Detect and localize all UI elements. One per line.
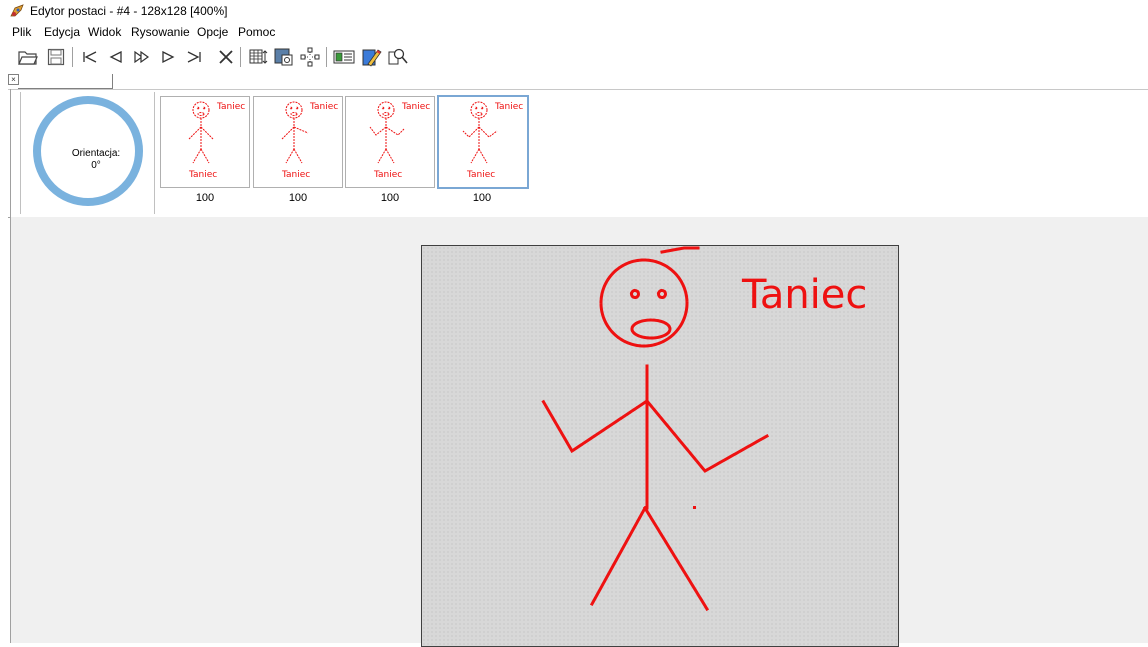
frame-thumbnail-1[interactable]: Taniec Taniec: [160, 96, 250, 188]
figure-arm-right: [644, 398, 770, 473]
frame-settings-icon: [249, 49, 268, 64]
fast-forward-button[interactable]: [130, 45, 154, 69]
save-button[interactable]: [44, 45, 68, 69]
orientation-value: 0°: [91, 160, 101, 171]
canvas-label: Taniec: [741, 272, 867, 318]
open-icon: [18, 51, 38, 65]
prev-frame-icon: [109, 50, 122, 64]
toolbar-separator: [326, 47, 327, 67]
frame-figure: Taniec Taniec: [281, 101, 338, 180]
menu-rysowanie[interactable]: Rysowanie: [131, 25, 190, 39]
orientation-caption: Orientacja:: [71, 148, 121, 159]
delete-button[interactable]: [214, 45, 238, 69]
toolbar-separator: [72, 47, 73, 67]
grid-icon: [300, 47, 320, 67]
frame-label-bottom: Taniec: [281, 170, 310, 180]
play-icon: [162, 50, 175, 64]
frame-figure: Taniec Taniec: [369, 101, 430, 180]
figure-mouth: [630, 318, 672, 340]
drawing-canvas[interactable]: Taniec: [421, 245, 899, 647]
orientation-control[interactable]: Orientacja: 0°: [20, 92, 155, 214]
preview-icon: [274, 48, 293, 66]
show-background-icon: [333, 50, 355, 64]
title-bar: Edytor postaci - #4 - 128x128 [400%]: [0, 0, 1148, 22]
figure-leg-right: [642, 505, 710, 612]
zoom-tool-icon: [388, 48, 408, 65]
preview-button[interactable]: [272, 45, 296, 69]
zoom-tool-button[interactable]: [386, 45, 410, 69]
app-icon: [10, 4, 24, 17]
menu-widok[interactable]: Widok: [88, 25, 121, 39]
stray-pixel: [693, 506, 696, 509]
orientation-dial[interactable]: Orientacja: 0°: [33, 96, 143, 206]
first-frame-icon: [83, 51, 97, 63]
frame-settings-button[interactable]: [246, 45, 270, 69]
toolbar: [0, 42, 1148, 72]
frame-4-value: 100: [472, 192, 492, 204]
close-panel-button[interactable]: ×: [8, 74, 19, 85]
first-frame-button[interactable]: [78, 45, 102, 69]
frame-figure: Taniec Taniec: [462, 101, 523, 180]
menu-bar: Plik Edycja Widok Rysowanie Opcje Pomoc: [0, 22, 1148, 42]
show-background-button[interactable]: [332, 45, 356, 69]
frame-label-top: Taniec: [309, 102, 338, 112]
figure-leg-left: [589, 505, 648, 607]
figure-arm-left: [540, 398, 650, 454]
prev-frame-button[interactable]: [104, 45, 128, 69]
menu-plik[interactable]: Plik: [12, 25, 31, 39]
grid-button[interactable]: [298, 45, 322, 69]
frame-figure: Taniec Taniec: [188, 101, 245, 180]
frame-thumbnail-4[interactable]: Taniec Taniec: [437, 95, 529, 189]
frame-2-value: 100: [288, 192, 308, 204]
tab-divider: [112, 74, 113, 88]
draw-icon: [362, 49, 382, 67]
panel-tab-strip: [0, 72, 1148, 90]
frame-label-bottom: Taniec: [373, 170, 402, 180]
figure-hair: [660, 246, 700, 254]
figure-eye-right: [657, 289, 667, 299]
orientation-label: Orientacja: 0°: [41, 148, 151, 172]
frame-label-top: Taniec: [401, 102, 430, 112]
frame-label-top: Taniec: [216, 102, 245, 112]
frame-3-value: 100: [380, 192, 400, 204]
menu-edycja[interactable]: Edycja: [44, 25, 80, 39]
frame-label-top: Taniec: [494, 102, 523, 112]
canvas-drawing: Taniec: [540, 246, 867, 612]
frame-thumbnail-2[interactable]: Taniec Taniec: [253, 96, 343, 188]
menu-opcje[interactable]: Opcje: [197, 25, 228, 39]
fast-forward-icon: [134, 50, 150, 64]
draw-button[interactable]: [360, 45, 384, 69]
toolbar-separator: [240, 47, 241, 67]
delete-icon: [219, 50, 233, 64]
figure-eye-left: [630, 289, 640, 299]
frame-thumbnail-3[interactable]: Taniec Taniec: [345, 96, 435, 188]
figure-head: [599, 258, 689, 348]
frame-label-bottom: Taniec: [188, 170, 217, 180]
save-icon: [47, 48, 65, 66]
last-frame-icon: [187, 51, 201, 63]
frame-1-value: 100: [195, 192, 215, 204]
play-button[interactable]: [156, 45, 180, 69]
open-button[interactable]: [16, 45, 40, 69]
menu-pomoc[interactable]: Pomoc: [238, 25, 275, 39]
frame-label-bottom: Taniec: [466, 170, 495, 180]
window-title: Edytor postaci - #4 - 128x128 [400%]: [30, 4, 228, 18]
last-frame-button[interactable]: [182, 45, 206, 69]
